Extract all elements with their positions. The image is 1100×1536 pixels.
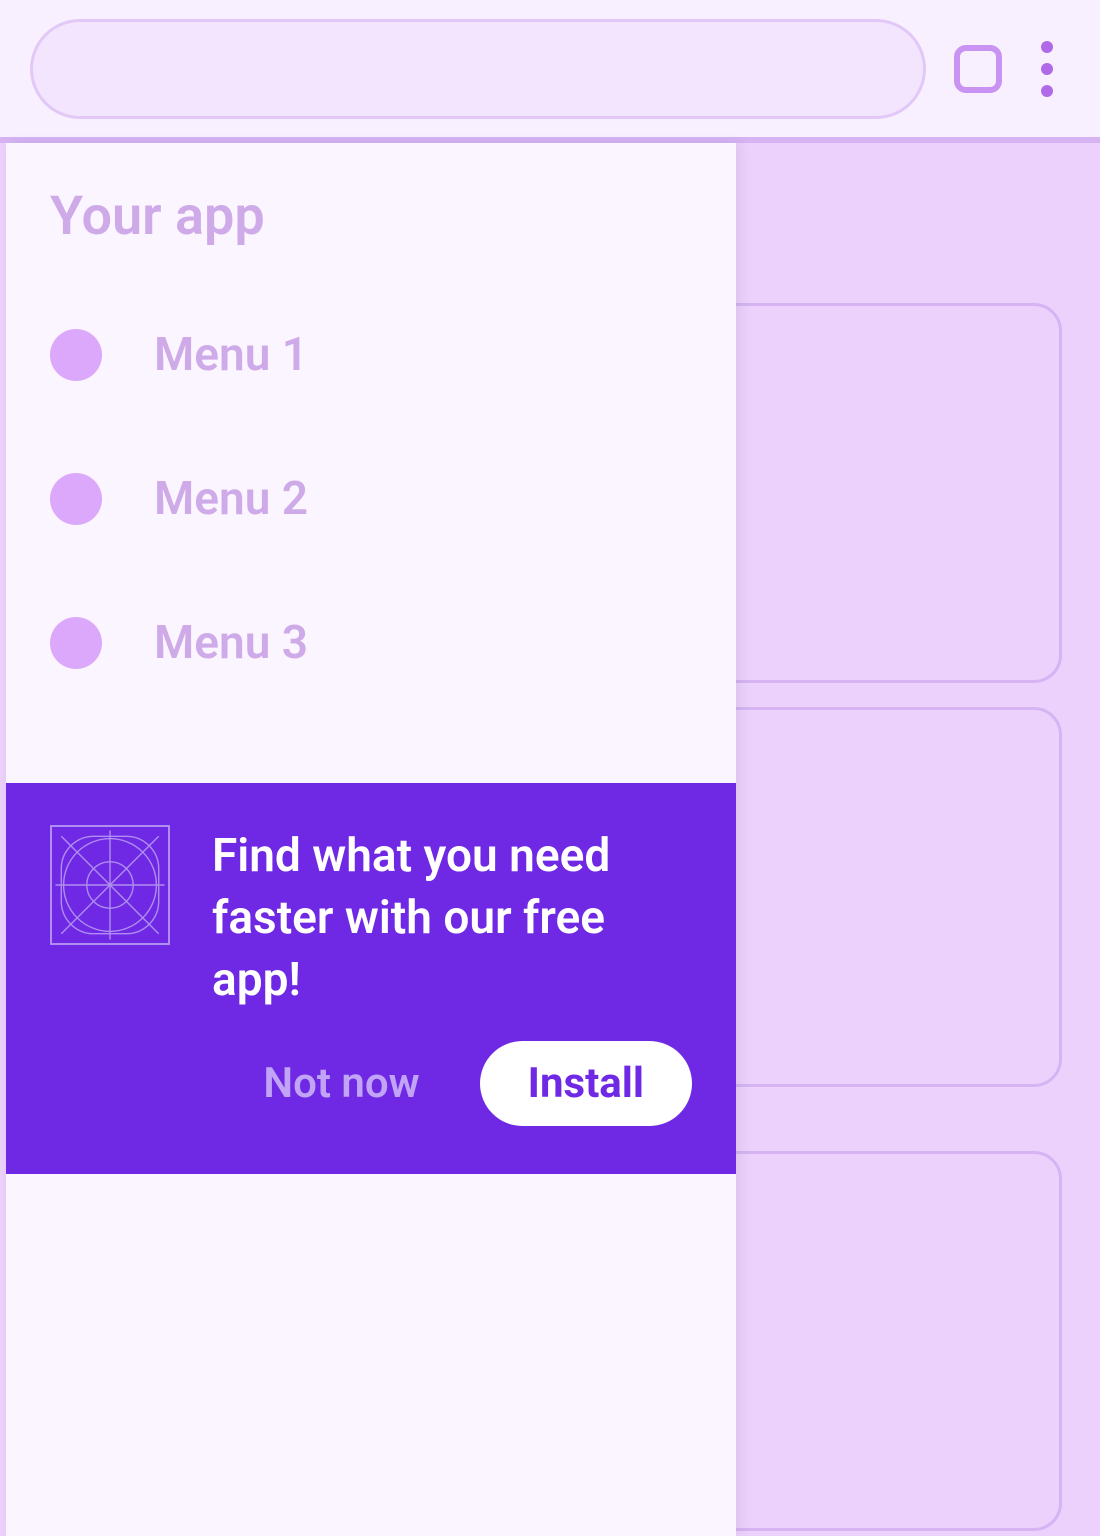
app-wireframe-icon <box>50 825 170 945</box>
menu-item-icon <box>50 617 102 669</box>
more-menu-icon[interactable] <box>1030 41 1070 97</box>
menu-item-label: Menu 1 <box>154 328 308 382</box>
navigation-drawer: Your app Menu 1 Menu 2 Menu 3 <box>6 143 736 1536</box>
app-frame: Your app Menu 1 Menu 2 Menu 3 <box>0 0 1100 1536</box>
install-promo-banner: Find what you need faster with our free … <box>6 783 736 1174</box>
promo-message: Find what you need faster with our free … <box>212 825 692 1011</box>
not-now-button[interactable]: Not now <box>243 1049 439 1118</box>
url-input[interactable] <box>30 19 926 119</box>
install-button[interactable]: Install <box>480 1041 692 1126</box>
menu-item-icon <box>50 329 102 381</box>
tabs-icon[interactable] <box>954 45 1002 93</box>
browser-topbar <box>0 0 1100 140</box>
menu-item-icon <box>50 473 102 525</box>
menu-item-1[interactable]: Menu 1 <box>50 328 736 382</box>
menu-item-3[interactable]: Menu 3 <box>50 616 736 670</box>
drawer-menu: Menu 1 Menu 2 Menu 3 <box>6 328 736 670</box>
menu-item-label: Menu 2 <box>154 472 308 526</box>
menu-item-label: Menu 3 <box>154 616 308 670</box>
drawer-title: Your app <box>6 143 736 248</box>
menu-item-2[interactable]: Menu 2 <box>50 472 736 526</box>
